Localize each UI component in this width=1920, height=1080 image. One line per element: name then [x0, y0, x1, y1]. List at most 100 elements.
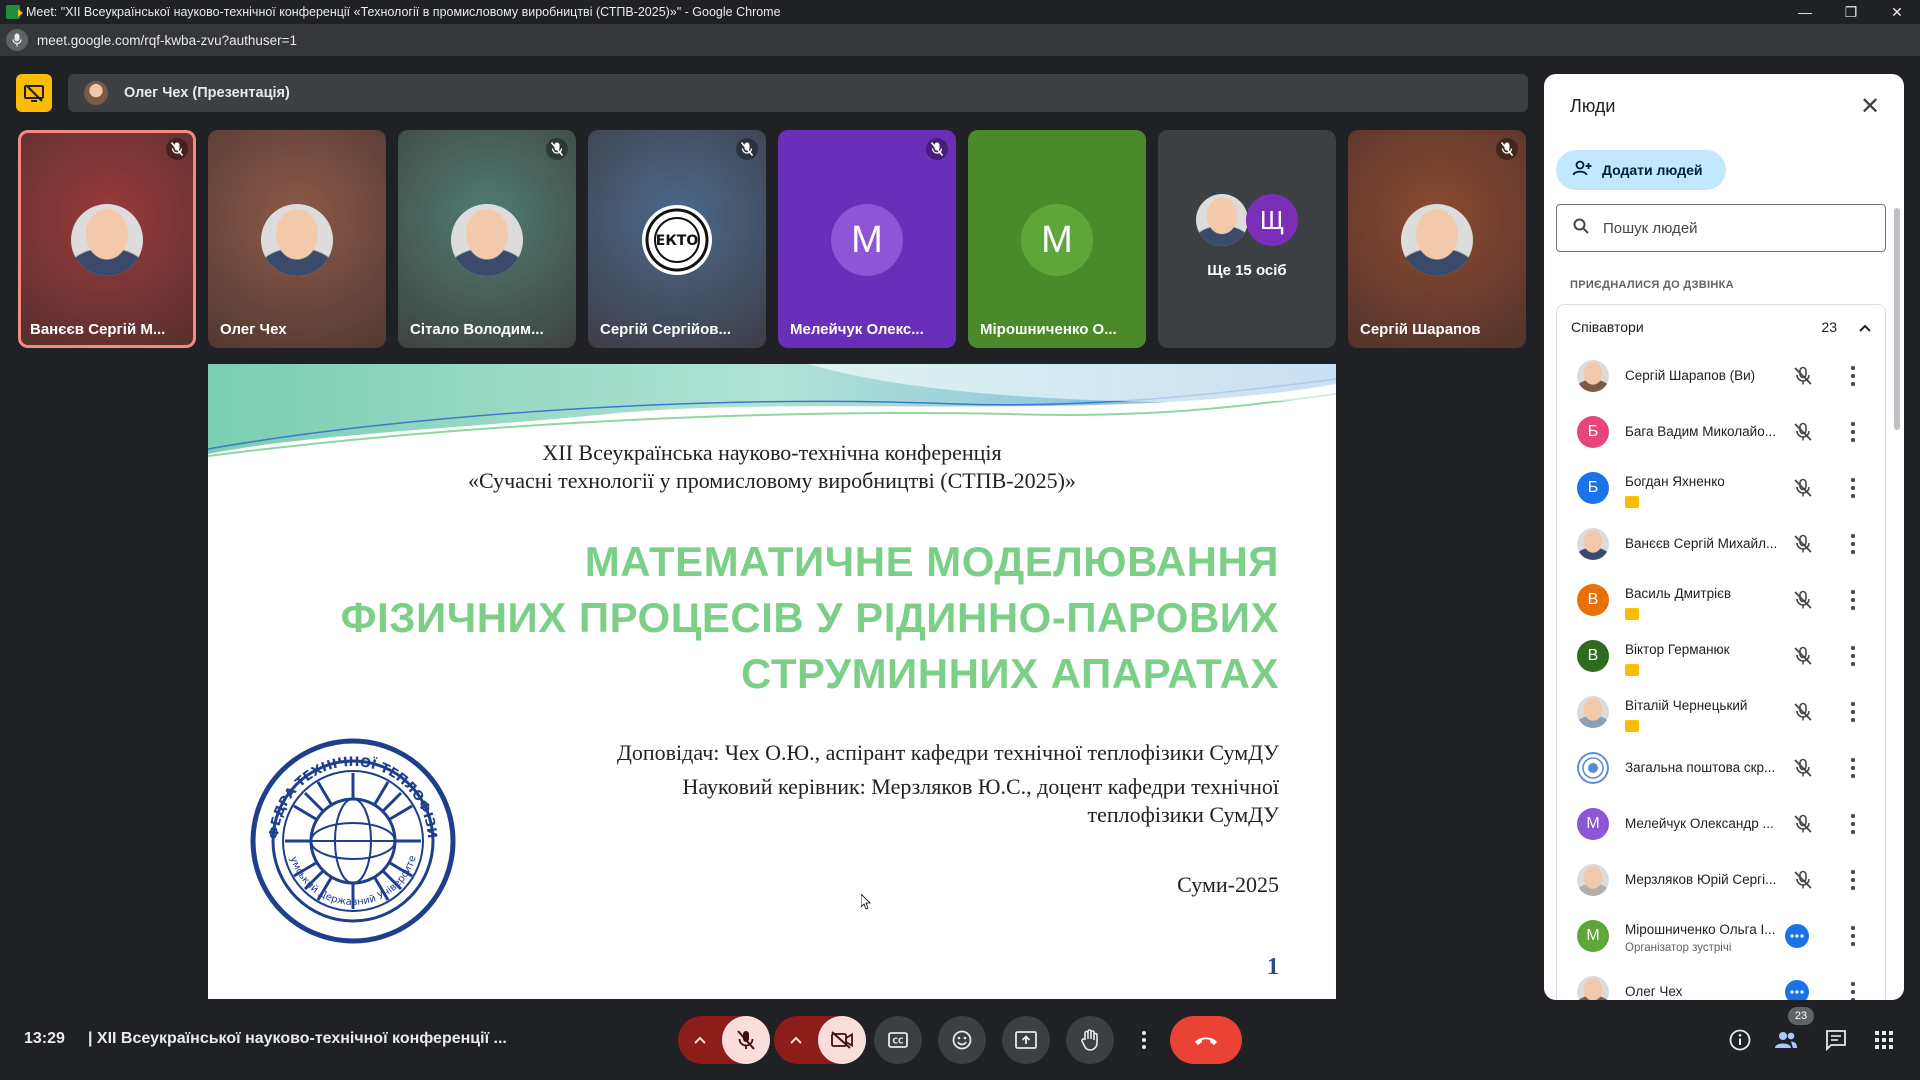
mic-off-icon[interactable]: [1793, 646, 1813, 666]
presentation-indicator-icon[interactable]: [16, 74, 52, 112]
mic-off-icon[interactable]: [1793, 590, 1813, 610]
participant-tile[interactable]: Олег Чех: [208, 130, 386, 348]
participant-name: Сергій Сергійов...: [600, 321, 732, 338]
participant-tile[interactable]: Щ Ще 15 осіб: [1158, 130, 1336, 348]
camera-off-button[interactable]: [818, 1016, 866, 1064]
emoji-reaction-button[interactable]: [938, 1016, 986, 1064]
mic-off-icon: [737, 1030, 755, 1050]
clock: 13:29: [24, 1030, 65, 1047]
more-vert-icon[interactable]: [1847, 532, 1859, 556]
search-people-input[interactable]: [1603, 219, 1853, 237]
avatar: [451, 204, 523, 276]
mic-off-icon[interactable]: [1793, 814, 1813, 834]
presenter-label: Олег Чех (Презентація): [124, 85, 290, 101]
more-vert-icon[interactable]: [1847, 644, 1859, 668]
more-vert-icon[interactable]: [1847, 756, 1859, 780]
more-vert-icon[interactable]: [1847, 364, 1859, 388]
presenting-badge-icon: [1625, 720, 1639, 732]
participant-row[interactable]: Олег Чех: [1557, 964, 1885, 1000]
contributors-group-header[interactable]: Співавтори 23: [1556, 304, 1886, 348]
avatar: М: [1577, 808, 1609, 840]
group-label: Співавтори: [1571, 318, 1644, 335]
participants-count-badge: 23: [1788, 1007, 1814, 1025]
participant-name: Ванєєв Сергій Михайл...: [1625, 536, 1778, 551]
more-vert-icon[interactable]: [1847, 868, 1859, 892]
close-panel-button[interactable]: ✕: [1856, 92, 1884, 120]
participant-row[interactable]: М Мірошниченко Ольга І... Організатор зуст…: [1557, 908, 1885, 964]
restore-button[interactable]: ❐: [1828, 0, 1874, 24]
participant-name: Мірошниченко О...: [980, 321, 1117, 338]
mic-off-button[interactable]: [722, 1016, 770, 1064]
participant-name: Загальна поштова скр...: [1625, 760, 1776, 775]
group-count: 23: [1821, 318, 1837, 335]
add-people-button[interactable]: Додати людей: [1556, 150, 1726, 190]
present-screen-button[interactable]: [1002, 1016, 1050, 1064]
mic-off-icon[interactable]: [1793, 870, 1813, 890]
participant-row[interactable]: Мерзляков Юрій Сергі...: [1557, 852, 1885, 908]
search-people-box[interactable]: [1556, 204, 1886, 252]
more-vert-icon[interactable]: [1847, 420, 1859, 444]
participant-name: Сітало Володим...: [410, 321, 544, 338]
camera-options-chevron-icon[interactable]: [774, 1016, 818, 1064]
close-window-button[interactable]: ✕: [1874, 0, 1920, 24]
people-icon: [1775, 1032, 1797, 1048]
more-vert-icon[interactable]: [1847, 812, 1859, 836]
mic-off-icon[interactable]: [1793, 478, 1813, 498]
participant-row[interactable]: Загальна поштова скр...: [1557, 740, 1885, 796]
raise-hand-button[interactable]: [1066, 1016, 1114, 1064]
more-vert-icon[interactable]: [1847, 924, 1859, 948]
mic-off-icon[interactable]: [1793, 702, 1813, 722]
slide-title-line2: ФІЗИЧНИХ ПРОЦЕСІВ У РІДИННО-ПАРОВИХ: [340, 594, 1279, 641]
mic-options-chevron-icon[interactable]: [678, 1016, 722, 1064]
participant-tile[interactable]: Сергій Шарапов: [1348, 130, 1526, 348]
mic-control-group: [678, 1016, 770, 1064]
participant-tile[interactable]: Ванєєв Сергій М...: [18, 130, 196, 348]
participant-row[interactable]: Ванєєв Сергій Михайл...: [1557, 516, 1885, 572]
more-vert-icon[interactable]: [1847, 700, 1859, 724]
meet-favicon-icon: [6, 5, 23, 19]
participant-row[interactable]: Б Бага Вадим Миколайо...: [1557, 404, 1885, 460]
chevron-up-icon[interactable]: [1859, 319, 1871, 335]
more-vert-icon[interactable]: [1847, 980, 1859, 1000]
more-vert-icon[interactable]: [1847, 476, 1859, 500]
meeting-info-button[interactable]: [1724, 1024, 1756, 1056]
participant-tile[interactable]: ЕКТО Сергій Сергійов...: [588, 130, 766, 348]
participant-row[interactable]: Сергій Шарапов (Ви): [1557, 348, 1885, 404]
mic-off-icon[interactable]: [1793, 422, 1813, 442]
mic-off-icon: [166, 138, 188, 160]
participant-row[interactable]: В Василь Дмитрієв: [1557, 572, 1885, 628]
participant-tile[interactable]: М Мірошниченко О...: [968, 130, 1146, 348]
panel-scrollbar[interactable]: [1894, 208, 1900, 430]
participant-row[interactable]: М Мелейчук Олександр ...: [1557, 796, 1885, 852]
avatar: [1577, 864, 1609, 896]
slide-speaker: Доповідач: Чех О.Ю., аспірант кафедри те…: [616, 740, 1279, 765]
mic-off-icon[interactable]: [1793, 758, 1813, 778]
participant-tile[interactable]: М Мелейчук Олекс...: [778, 130, 956, 348]
more-options-button[interactable]: [1130, 1016, 1158, 1064]
more-vert-icon[interactable]: [1847, 588, 1859, 612]
mic-off-icon[interactable]: [1793, 366, 1813, 386]
mic-off-icon[interactable]: [1793, 534, 1813, 554]
participant-row[interactable]: Віталій Чернецький: [1557, 684, 1885, 740]
activities-button[interactable]: [1868, 1024, 1900, 1056]
participant-tile[interactable]: Сітало Володим...: [398, 130, 576, 348]
minimize-button[interactable]: —: [1782, 0, 1828, 24]
url-text[interactable]: meet.google.com/rqf-kwba-zvu?authuser=1: [37, 33, 297, 48]
info-icon: [1729, 1029, 1751, 1051]
presenting-badge-icon: [1625, 664, 1639, 676]
participant-name: Віталій Чернецький: [1625, 698, 1748, 713]
participant-name: Мерзляков Юрій Сергі...: [1625, 872, 1777, 887]
people-button[interactable]: [1770, 1024, 1802, 1056]
slide-advisor-line1: Науковий керівник: Мерзляков Ю.С., доцен…: [682, 774, 1280, 799]
end-call-button[interactable]: [1170, 1016, 1242, 1064]
captions-button[interactable]: CC: [874, 1016, 922, 1064]
chat-button[interactable]: [1820, 1024, 1852, 1056]
raise-hand-icon: [1081, 1029, 1098, 1051]
participant-row[interactable]: В Віктор Германюк: [1557, 628, 1885, 684]
participant-name: Сергій Шарапов (Ви): [1625, 368, 1756, 383]
participant-row[interactable]: Б Богдан Яхненко: [1557, 460, 1885, 516]
mic-permission-icon[interactable]: [6, 29, 28, 51]
activities-icon: [1875, 1031, 1893, 1049]
end-call-icon: [1195, 1037, 1217, 1045]
address-bar[interactable]: meet.google.com/rqf-kwba-zvu?authuser=1: [0, 24, 1920, 56]
